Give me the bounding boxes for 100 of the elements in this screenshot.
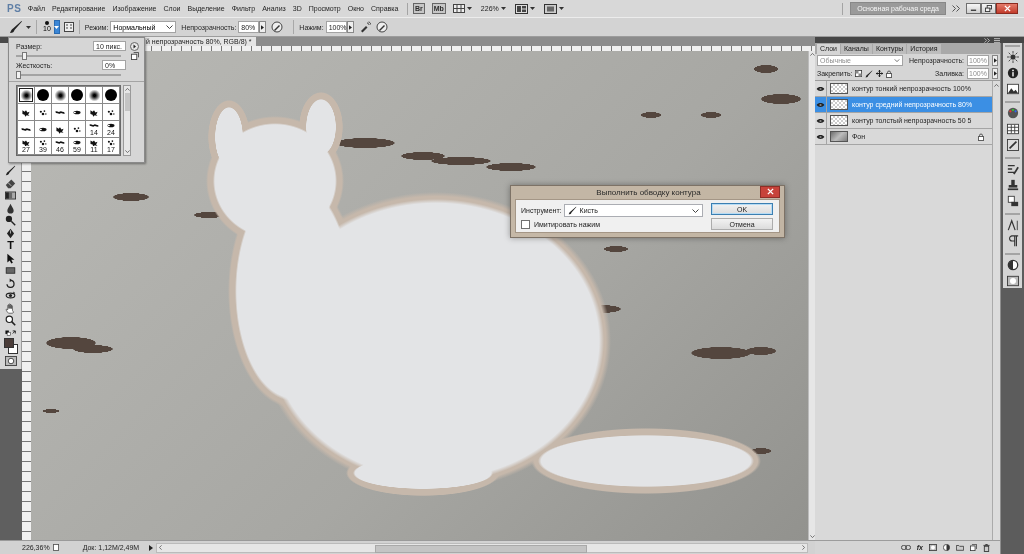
eye-icon[interactable] <box>816 117 825 124</box>
brush-preset[interactable] <box>103 87 119 103</box>
rotate-icon[interactable] <box>5 277 16 289</box>
drop-icon[interactable] <box>5 202 16 214</box>
brush-preset[interactable] <box>69 87 85 103</box>
eye-icon[interactable] <box>816 101 825 108</box>
landscape-icon[interactable] <box>1006 83 1019 95</box>
eraser-icon[interactable] <box>5 177 16 189</box>
brush-preset[interactable] <box>52 87 68 103</box>
double-chevron-icon[interactable] <box>952 5 960 12</box>
brush-preset[interactable] <box>69 121 85 137</box>
folder-icon[interactable] <box>956 544 964 551</box>
link-icon[interactable] <box>900 545 911 550</box>
gradient-icon[interactable] <box>5 190 16 201</box>
scrollbar[interactable] <box>123 85 131 156</box>
chevron-down-icon <box>166 25 174 29</box>
zoom-icon[interactable] <box>5 315 16 326</box>
rectangle-icon[interactable] <box>5 265 16 276</box>
palette-icon[interactable] <box>1006 107 1019 119</box>
brush-preset[interactable] <box>18 104 34 120</box>
arrow-pointer-icon[interactable] <box>5 252 16 264</box>
info-icon[interactable] <box>1006 67 1019 79</box>
page-icon[interactable] <box>52 544 59 551</box>
restore-button[interactable] <box>981 3 996 14</box>
screen-mode-button[interactable] <box>543 3 564 14</box>
hand-icon[interactable] <box>5 302 16 314</box>
brush-icon[interactable] <box>865 69 874 78</box>
vertical-scrollbar[interactable] <box>808 51 815 540</box>
caret-icon <box>500 7 506 10</box>
checkbox[interactable] <box>521 220 530 229</box>
mask-panel-icon[interactable] <box>1006 275 1019 287</box>
adjustment-icon[interactable] <box>943 544 950 551</box>
scroll-right-icon <box>802 545 805 550</box>
brush-preset[interactable] <box>35 121 51 137</box>
brush-preset[interactable] <box>103 104 119 120</box>
eye-icon[interactable] <box>816 85 825 92</box>
quick-mask-icon[interactable] <box>4 355 17 366</box>
arrange-documents-button[interactable] <box>514 3 535 14</box>
brush-preset-button[interactable] <box>9 20 31 34</box>
move-icon[interactable] <box>876 70 884 77</box>
squares-icon[interactable] <box>1006 195 1019 207</box>
horizontal-scrollbar[interactable] <box>155 542 808 553</box>
scrollbar-thumb[interactable] <box>374 544 587 553</box>
brush-preset[interactable] <box>18 87 34 103</box>
brush-preset[interactable] <box>35 104 51 120</box>
menu-icon[interactable] <box>994 37 1000 43</box>
stamp-icon[interactable] <box>1006 179 1019 191</box>
slider-thumb[interactable] <box>22 51 27 60</box>
lock-icon[interactable] <box>886 69 893 78</box>
opacity-slider-button[interactable] <box>992 55 998 66</box>
text-icon[interactable] <box>1006 219 1019 231</box>
brush-preset[interactable] <box>86 87 102 103</box>
brush-stroke-icon <box>21 107 31 117</box>
mask-icon[interactable] <box>929 544 937 551</box>
lock-transparency-icon[interactable] <box>855 70 863 77</box>
trash-icon[interactable] <box>983 543 990 552</box>
flyout-menu-icon[interactable] <box>130 41 139 51</box>
opacity-slider-button[interactable] <box>259 21 267 33</box>
menu-arrow-icon[interactable] <box>148 544 153 551</box>
caret-icon <box>466 7 472 10</box>
dodge-tool-icon[interactable] <box>5 215 16 226</box>
scrollbar[interactable] <box>992 81 1000 540</box>
chevron-down-icon <box>894 59 900 62</box>
slashed-square-icon[interactable] <box>1006 139 1019 151</box>
pressure-slider-button[interactable] <box>346 21 354 33</box>
brush-preset[interactable] <box>69 104 85 120</box>
orbit-icon[interactable] <box>5 290 16 301</box>
close-button[interactable] <box>996 3 1018 14</box>
eye-icon[interactable] <box>816 133 825 140</box>
brush-preset[interactable] <box>86 104 102 120</box>
slider-thumb[interactable] <box>16 70 21 79</box>
view-extras-button[interactable] <box>452 4 472 13</box>
type-tool-button[interactable]: T <box>5 240 16 251</box>
brush-stroke-icon <box>72 139 82 146</box>
new-preset-icon[interactable] <box>131 51 139 60</box>
caret-icon <box>26 25 31 29</box>
brush-preset[interactable] <box>35 87 51 103</box>
tablet-size-icon[interactable] <box>375 21 388 33</box>
brush-settings-icon[interactable] <box>1006 163 1019 175</box>
half-circle-icon[interactable] <box>1006 259 1019 271</box>
scrollbar-thumb[interactable] <box>124 93 130 111</box>
foreground-color-swatch[interactable] <box>3 337 14 348</box>
fill-slider-button[interactable] <box>992 68 998 79</box>
brush-panel-icon[interactable] <box>63 22 74 32</box>
paragraph-icon[interactable] <box>1006 235 1019 247</box>
brush-preset[interactable] <box>52 104 68 120</box>
brush-preset[interactable] <box>52 121 68 137</box>
brush-icon <box>9 20 23 34</box>
swatches-icon[interactable] <box>1006 123 1019 135</box>
pen-icon[interactable] <box>5 227 16 239</box>
brush-picker-toggle[interactable] <box>53 20 60 34</box>
minimize-button[interactable] <box>966 3 981 14</box>
close-button[interactable] <box>760 185 780 198</box>
brush-tool-icon[interactable] <box>5 165 16 176</box>
brush-preset[interactable] <box>18 121 34 137</box>
swap-colors-icon[interactable] <box>4 329 17 337</box>
tablet-pressure-icon[interactable] <box>271 21 284 33</box>
new-layer-icon[interactable] <box>970 544 977 551</box>
sun-icon[interactable] <box>1006 51 1019 63</box>
chevron-down-icon <box>692 208 699 213</box>
